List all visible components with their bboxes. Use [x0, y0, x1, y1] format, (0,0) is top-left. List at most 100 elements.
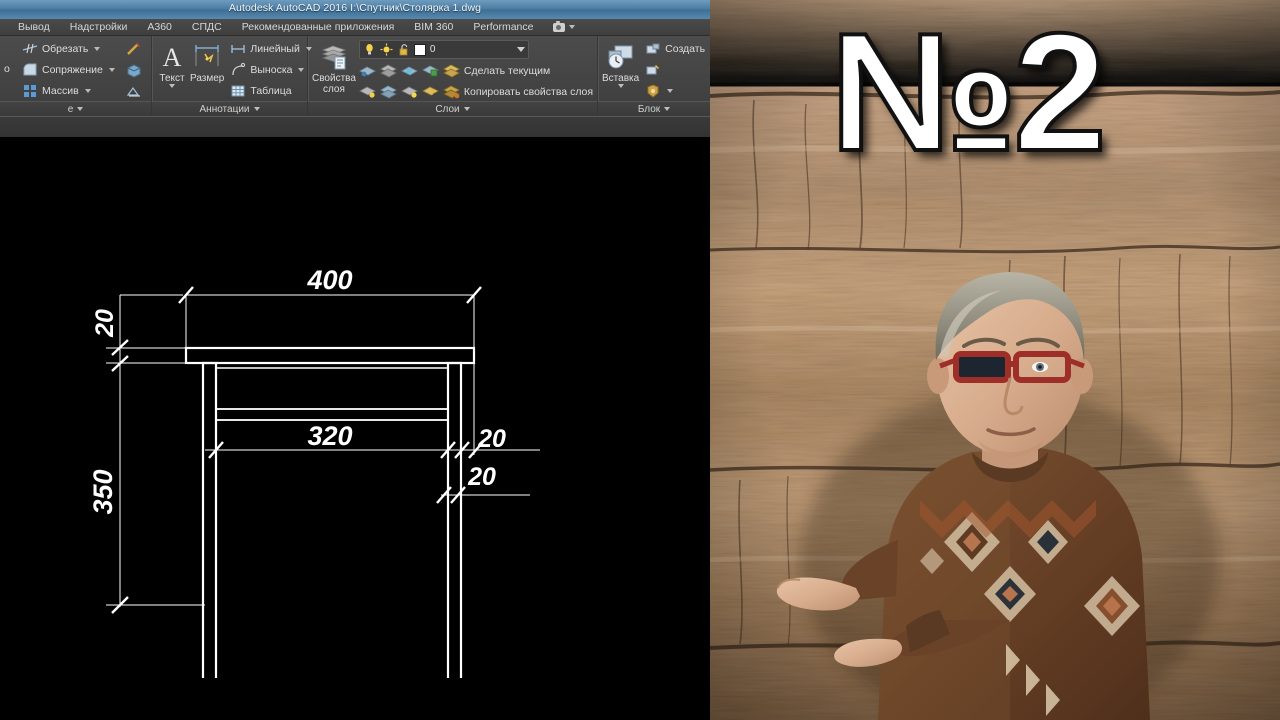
layer-controls: 0 Сделать текущим Копировать свойства сл…	[358, 39, 593, 101]
panel-annotation: A Текст Размер Линейный Выноска Таблица …	[152, 36, 312, 116]
modify-button-stack: Обрезать Сопряжение Массив	[19, 39, 118, 101]
layer-thaw-icon[interactable]	[401, 84, 418, 99]
block-attributes-icon	[645, 83, 661, 99]
edit-block-button[interactable]	[642, 60, 708, 80]
panel-modify-body: о Обрезать Сопряжение Массив	[0, 36, 151, 101]
chevron-down-icon[interactable]	[77, 107, 84, 111]
dimension-label: Размер	[190, 73, 225, 84]
insert-block-button[interactable]: Вставка	[602, 39, 639, 88]
chevron-down-icon[interactable]	[84, 89, 91, 93]
trim-icon	[22, 41, 38, 57]
text-button[interactable]: A Текст	[156, 39, 188, 88]
block-attributes-button[interactable]	[642, 81, 708, 101]
panel-annotation-body: A Текст Размер Линейный Выноска Таблица	[152, 36, 312, 101]
set-current-layer-label: Сделать текущим	[463, 64, 551, 77]
3d-solid-button[interactable]	[123, 60, 145, 80]
chevron-down-icon[interactable]	[667, 89, 674, 93]
set-current-layer-icon[interactable]	[443, 63, 460, 78]
edit-polyline-icon	[126, 41, 142, 57]
annotation-button-stack: Линейный Выноска Таблица	[227, 39, 314, 101]
ribbon-tab-a360[interactable]: A360	[137, 19, 182, 36]
glasses-left-lens	[953, 351, 1011, 383]
screenshot-root: Autodesk AutoCAD 2016 I:\Спутник\Столярк…	[0, 0, 1280, 720]
ribbon-tab-bim360[interactable]: BIM 360	[404, 19, 463, 36]
chevron-down-icon[interactable]	[463, 107, 470, 111]
dim-text-20-right-lower: 20	[467, 463, 496, 491]
chevron-down-icon[interactable]	[516, 47, 525, 52]
ribbon-tab-spds[interactable]: СПДС	[182, 19, 232, 36]
create-block-button[interactable]: Создать	[642, 39, 708, 59]
layer-freeze-icon[interactable]	[401, 63, 418, 78]
layer-unlock-icon[interactable]	[422, 84, 439, 99]
text-label: Текст	[159, 73, 185, 84]
dim-text-20-top: 20	[91, 309, 119, 338]
chevron-down-icon[interactable]	[169, 84, 175, 88]
table-elevation-drawing: 400 20 350 320 20 20	[88, 265, 540, 678]
array-icon	[22, 83, 38, 99]
chevron-down-icon[interactable]	[94, 47, 101, 51]
panel-modify-title-bar[interactable]: е	[0, 101, 151, 116]
panel-modify-clipped-label: о	[4, 63, 10, 75]
lightbulb-icon[interactable]	[363, 43, 376, 56]
unlock-icon[interactable]	[397, 43, 410, 56]
insert-block-label: Вставка	[602, 73, 640, 84]
copy-layer-props-icon[interactable]	[443, 84, 460, 99]
layer-off-icon[interactable]	[380, 63, 397, 78]
leader-button[interactable]: Выноска	[227, 60, 314, 80]
leader-label: Выноска	[250, 64, 293, 76]
text-icon: A	[156, 41, 188, 73]
layer-unisolate-icon[interactable]	[380, 84, 397, 99]
trim-button[interactable]: Обрезать	[19, 39, 118, 59]
array-button[interactable]: Массив	[19, 81, 118, 101]
ribbon-tab-strip[interactable]: Вывод Надстройки A360 СПДС Рекомендованн…	[0, 19, 710, 36]
panel-block-title: Блок	[637, 103, 661, 115]
panel-layers-title-bar[interactable]: Слои	[308, 101, 597, 116]
sun-icon[interactable]	[380, 43, 393, 56]
ribbon-tab-recommended-apps[interactable]: Рекомендованные приложения	[232, 19, 405, 36]
layer-selector[interactable]: 0	[358, 40, 529, 59]
chevron-down-icon[interactable]	[664, 107, 671, 111]
dimension-button[interactable]: Размер	[190, 39, 224, 84]
linear-dim-icon	[230, 41, 246, 57]
chevron-down-icon[interactable]	[108, 68, 115, 72]
panel-block: Вставка Создать Блок	[598, 36, 710, 116]
ribbon-panels: о Обрезать Сопряжение Массив е A Текст Р…	[0, 36, 710, 116]
table-button[interactable]: Таблица	[227, 81, 314, 101]
chevron-down-icon[interactable]	[617, 84, 624, 88]
layer-lock-icon[interactable]	[422, 63, 439, 78]
3d-solid-icon	[126, 62, 142, 78]
layer-on-icon[interactable]	[359, 84, 376, 99]
hatch-edit-button[interactable]	[123, 81, 145, 101]
drawing-canvas[interactable]: 400 20 350 320 20 20	[0, 137, 706, 678]
ribbon-tab-camera-menu[interactable]	[543, 19, 585, 36]
fillet-button[interactable]: Сопряжение	[19, 60, 118, 80]
array-label: Массив	[42, 85, 79, 97]
layer-action-row-2: Копировать свойства слоя	[359, 82, 593, 101]
panel-block-title-bar[interactable]: Блок	[598, 101, 710, 116]
fillet-label: Сопряжение	[42, 64, 103, 76]
chevron-down-icon[interactable]	[253, 107, 260, 111]
panel-annotation-title-bar[interactable]: Аннотации	[152, 101, 307, 116]
ribbon-tab-performance[interactable]: Performance	[463, 19, 543, 36]
dim-text-400: 400	[306, 265, 352, 295]
layer-color-swatch[interactable]	[413, 43, 426, 56]
chevron-down-icon	[569, 25, 576, 29]
layer-isolate-icon[interactable]	[359, 63, 376, 78]
modify-side-icons	[123, 39, 145, 101]
layer-properties-button[interactable]: Свойства слоя	[312, 39, 356, 95]
table-label: Таблица	[250, 85, 292, 97]
layer-action-row-1: Сделать текущим	[359, 61, 593, 80]
title-bar: Autodesk AutoCAD 2016 I:\Спутник\Столярк…	[0, 0, 710, 19]
episode-number-text: №2	[828, 0, 1109, 186]
layer-properties-icon	[318, 41, 350, 73]
linear-dim-button[interactable]: Линейный	[227, 39, 314, 59]
ribbon-tab-nadstroyki[interactable]: Надстройки	[60, 19, 138, 36]
layer-properties-label-line2: слоя	[322, 84, 345, 95]
trim-label: Обрезать	[42, 43, 89, 55]
insert-block-icon	[605, 41, 637, 73]
chevron-down-icon[interactable]	[298, 68, 305, 72]
edit-polyline-button[interactable]	[123, 39, 145, 59]
ribbon-tab-vyvod[interactable]: Вывод	[8, 19, 60, 36]
panel-modify-title: е	[67, 103, 74, 115]
dimension-icon	[191, 41, 223, 73]
